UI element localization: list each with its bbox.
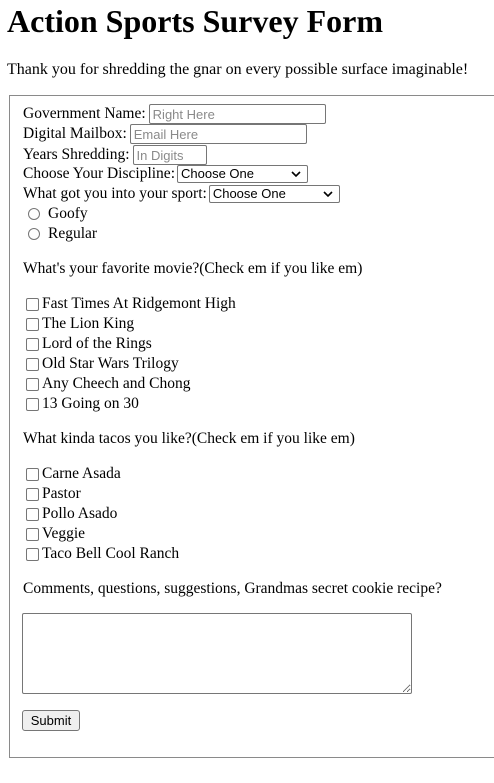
chevron-down-icon <box>291 171 301 178</box>
taco-option-label: Pollo Asado <box>42 505 118 522</box>
movie-option-label: The Lion King <box>42 315 135 332</box>
checkbox[interactable] <box>26 377 39 391</box>
radio-label-regular: Regular <box>48 225 98 242</box>
movie-option-label: Old Star Wars Trilogy <box>42 355 179 372</box>
taco-question: What kinda tacos you like?(Check em if y… <box>23 430 355 447</box>
checkbox[interactable] <box>26 357 39 371</box>
movie-option-label: Fast Times At Ridgemont High <box>42 295 236 312</box>
taco-option-label: Pastor <box>42 485 81 502</box>
checkbox[interactable] <box>26 317 39 331</box>
checkbox[interactable] <box>26 487 39 501</box>
movie-option-label: Any Cheech and Chong <box>42 375 191 392</box>
origin-selected: Choose One <box>212 186 286 201</box>
submit-button[interactable]: Submit <box>22 710 80 731</box>
radio-regular[interactable]: Regular <box>28 225 97 243</box>
email-row: Digital Mailbox: <box>23 124 307 144</box>
movie-question: What's your favorite movie?(Check em if … <box>23 260 363 277</box>
discipline-selected: Choose One <box>181 166 254 181</box>
movie-option[interactable]: Old Star Wars Trilogy <box>26 355 179 373</box>
movie-option[interactable]: Fast Times At Ridgemont High <box>26 295 236 313</box>
checkbox[interactable] <box>26 467 39 481</box>
taco-option-label: Veggie <box>42 525 86 542</box>
origin-label: What got you into your sport: <box>23 185 207 202</box>
origin-select[interactable]: Choose One <box>208 185 340 203</box>
survey-form: Government Name: Digital Mailbox: Years … <box>9 95 494 758</box>
taco-option[interactable]: Carne Asada <box>26 465 121 483</box>
email-input[interactable] <box>129 124 307 144</box>
taco-option-label: Taco Bell Cool Ranch <box>42 545 180 562</box>
movie-option[interactable]: Any Cheech and Chong <box>26 375 191 393</box>
checkbox[interactable] <box>26 397 39 411</box>
years-label: Years Shredding: <box>23 146 130 163</box>
checkbox[interactable] <box>26 297 39 311</box>
name-row: Government Name: <box>23 104 326 124</box>
taco-option[interactable]: Pastor <box>26 485 81 503</box>
movie-option-label: 13 Going on 30 <box>42 395 139 412</box>
taco-option[interactable]: Veggie <box>26 525 85 543</box>
taco-option-label: Carne Asada <box>42 465 121 482</box>
checkbox[interactable] <box>26 547 39 561</box>
intro-text: Thank you for shredding the gnar on ever… <box>7 61 469 78</box>
discipline-row: Choose Your Discipline: Choose One <box>23 165 308 183</box>
origin-row: What got you into your sport: Choose One <box>23 185 340 203</box>
discipline-select[interactable]: Choose One <box>177 165 308 183</box>
page-title: Action Sports Survey Form <box>7 3 383 39</box>
movie-option[interactable]: Lord of the Rings <box>26 335 152 353</box>
chevron-down-icon <box>323 191 333 198</box>
checkbox[interactable] <box>26 507 39 521</box>
taco-option[interactable]: Pollo Asado <box>26 505 117 523</box>
movie-option-label: Lord of the Rings <box>42 335 152 352</box>
radio-button[interactable] <box>28 228 40 240</box>
movie-option[interactable]: The Lion King <box>26 315 134 333</box>
discipline-label: Choose Your Discipline: <box>23 165 175 182</box>
movie-option[interactable]: 13 Going on 30 <box>26 395 139 413</box>
name-input[interactable] <box>148 104 326 124</box>
years-input[interactable] <box>132 145 207 165</box>
radio-label-goofy: Goofy <box>48 205 88 222</box>
checkbox[interactable] <box>26 527 39 541</box>
name-label: Government Name: <box>23 105 146 122</box>
years-row: Years Shredding: <box>23 145 207 165</box>
comments-label: Comments, questions, suggestions, Grandm… <box>23 580 442 597</box>
comments-textarea[interactable] <box>22 613 412 694</box>
radio-goofy[interactable]: Goofy <box>28 205 88 223</box>
radio-button[interactable] <box>28 208 40 220</box>
email-label: Digital Mailbox: <box>23 125 127 142</box>
taco-option[interactable]: Taco Bell Cool Ranch <box>26 545 179 563</box>
checkbox[interactable] <box>26 337 39 351</box>
